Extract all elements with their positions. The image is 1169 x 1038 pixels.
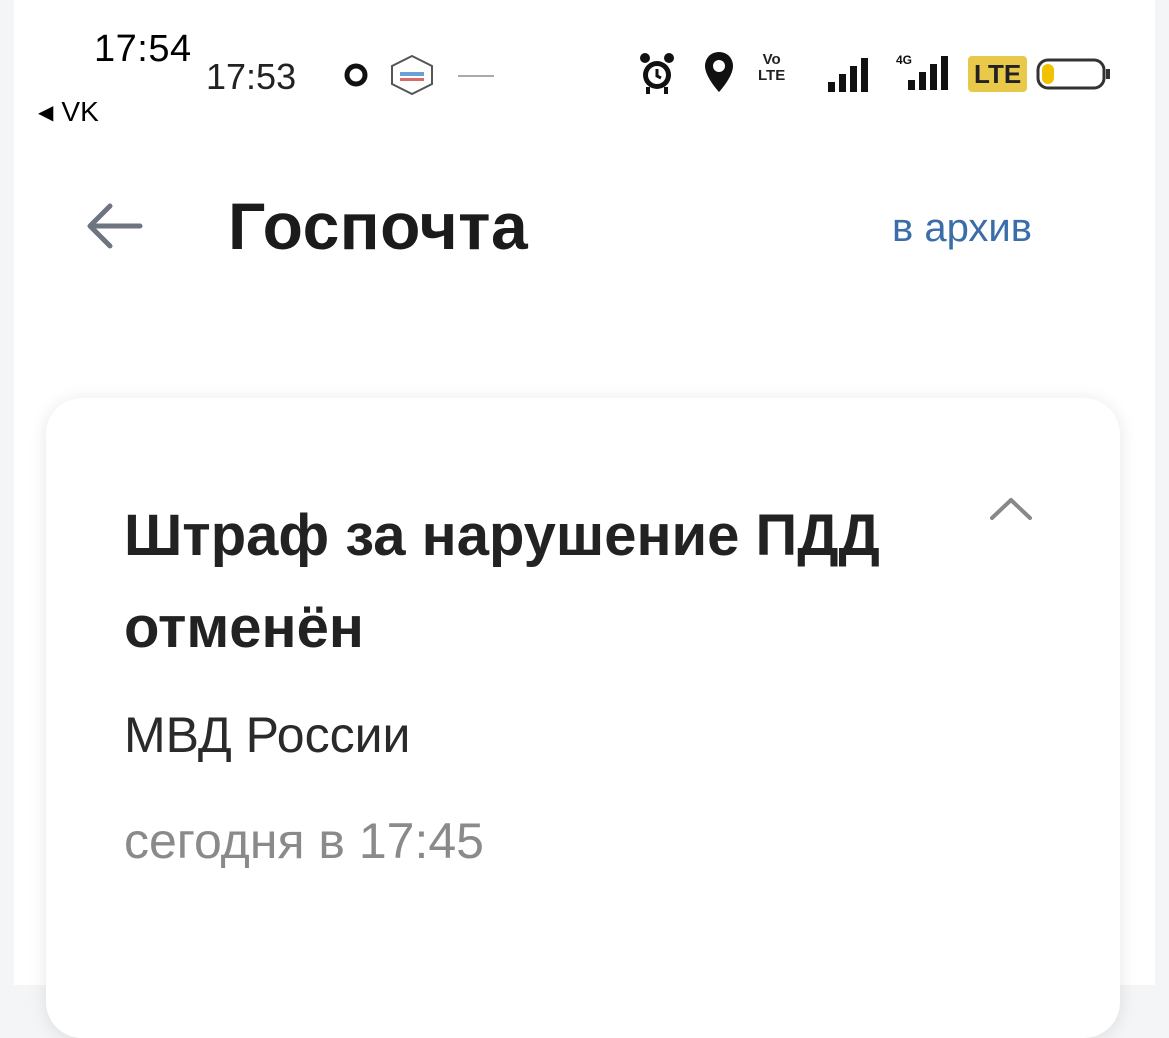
alarm-icon (638, 50, 676, 96)
battery-icon (1036, 58, 1112, 90)
back-to-app-link[interactable]: ◀ VK (38, 96, 99, 128)
message-card[interactable]: Штраф за нарушение ПДД отменён МВД Росси… (46, 398, 1120, 1038)
page-title: Госпочта (228, 189, 529, 263)
message-date: сегодня в 17:45 (124, 813, 484, 869)
message-title: Штраф за нарушение ПДД отменён (124, 503, 880, 660)
back-triangle-icon: ◀ (38, 101, 54, 124)
notification-dots-icon (458, 72, 494, 80)
back-app-label: VK (61, 96, 99, 127)
signal-icon (826, 56, 870, 94)
location-pin-icon (702, 50, 736, 94)
svg-text:4G: 4G (896, 53, 912, 67)
back-arrow-icon[interactable] (84, 196, 146, 256)
gosuslugi-icon (388, 54, 436, 96)
ring-icon (343, 62, 369, 88)
outer-status-time: 17:54 (94, 28, 192, 70)
volte-top-label: Vo (762, 51, 781, 68)
archive-button[interactable]: в архив (892, 206, 1032, 251)
volte-bottom-label: LTE (758, 67, 786, 84)
chevron-up-icon[interactable] (988, 494, 1034, 524)
lte-badge: LTE (968, 56, 1028, 92)
volte-icon: Vo LTE (758, 52, 785, 84)
inner-status-time: 17:53 (206, 56, 297, 97)
signal-4g-icon: 4G (888, 50, 960, 94)
message-sender: МВД России (124, 707, 411, 763)
